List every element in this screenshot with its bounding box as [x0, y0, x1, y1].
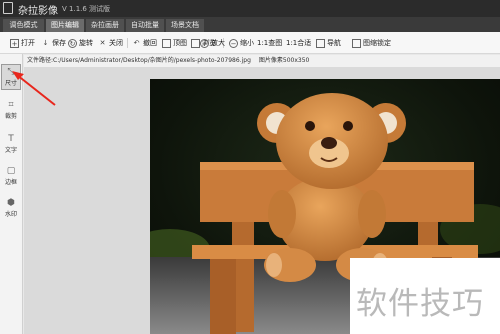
- image-icon: [162, 38, 171, 48]
- tool-text[interactable]: T 文字: [1, 132, 21, 158]
- navigate-icon: [316, 38, 325, 48]
- rotate-icon: ↻: [68, 38, 77, 48]
- text-icon: T: [8, 134, 14, 144]
- file-path: 文件路径:C:/Users/Administrator/Desktop/杂图片的…: [27, 57, 251, 64]
- tab-album[interactable]: 杂拉画册: [86, 19, 124, 32]
- undo-button[interactable]: ↶ 撤回: [132, 36, 157, 50]
- tool-border[interactable]: ▢ 边框: [1, 164, 21, 190]
- tab-scene-doc[interactable]: 场景文档: [166, 19, 204, 32]
- lock-icon: [352, 38, 361, 48]
- actual-size-button[interactable]: 1:1查图: [257, 36, 282, 50]
- tab-batch[interactable]: 自动批量: [126, 19, 164, 32]
- rotate-button[interactable]: ↻ 旋转: [68, 36, 93, 50]
- tool-watermark[interactable]: ⬢ 水印: [1, 196, 21, 222]
- toolbar-divider: [127, 38, 128, 48]
- undo-icon: ↶: [133, 38, 140, 47]
- browse-icon: [191, 38, 200, 48]
- site-watermark: 软件技巧: [350, 258, 500, 334]
- title-bar: 杂拉影像 V 1.1.6 测试版: [0, 0, 500, 17]
- image-size: 图片像素500x350: [258, 57, 310, 64]
- app-version: V 1.1.6 测试版: [62, 5, 111, 13]
- zoom-in-button[interactable]: + 放大: [200, 36, 225, 50]
- close-icon: ✕: [99, 38, 106, 47]
- edit-toolbar: + 打开 ↓ 保存 ↻ 旋转 ✕ 关闭 ↶ 撤回 顶图 浏览 + 放大 − 缩小 1:1查图 …: [0, 32, 500, 54]
- border-icon: ▢: [6, 166, 16, 176]
- fit-size-button[interactable]: 1:1合适: [286, 36, 311, 50]
- watermark-text: 软件技巧: [356, 286, 484, 322]
- file-info-bar: 文件路径:C:/Users/Administrator/Desktop/杂图片的…: [24, 55, 500, 67]
- mode-tab-bar: 调色模式 图片编辑 杂拉画册 自动批量 场景文档: [0, 17, 500, 32]
- annotation-arrow-icon: [12, 71, 56, 106]
- zoom-out-icon: −: [229, 38, 238, 48]
- watermark-icon: ⬢: [7, 198, 15, 208]
- lock-zoom-button[interactable]: 图缩锁定: [352, 36, 391, 50]
- close-button[interactable]: ✕ 关闭: [98, 36, 123, 50]
- zoom-out-button[interactable]: − 缩小: [229, 36, 254, 50]
- navigate-button[interactable]: 导航: [316, 36, 341, 50]
- redo-button[interactable]: 顶图: [162, 36, 187, 50]
- zoom-in-icon: +: [200, 38, 209, 48]
